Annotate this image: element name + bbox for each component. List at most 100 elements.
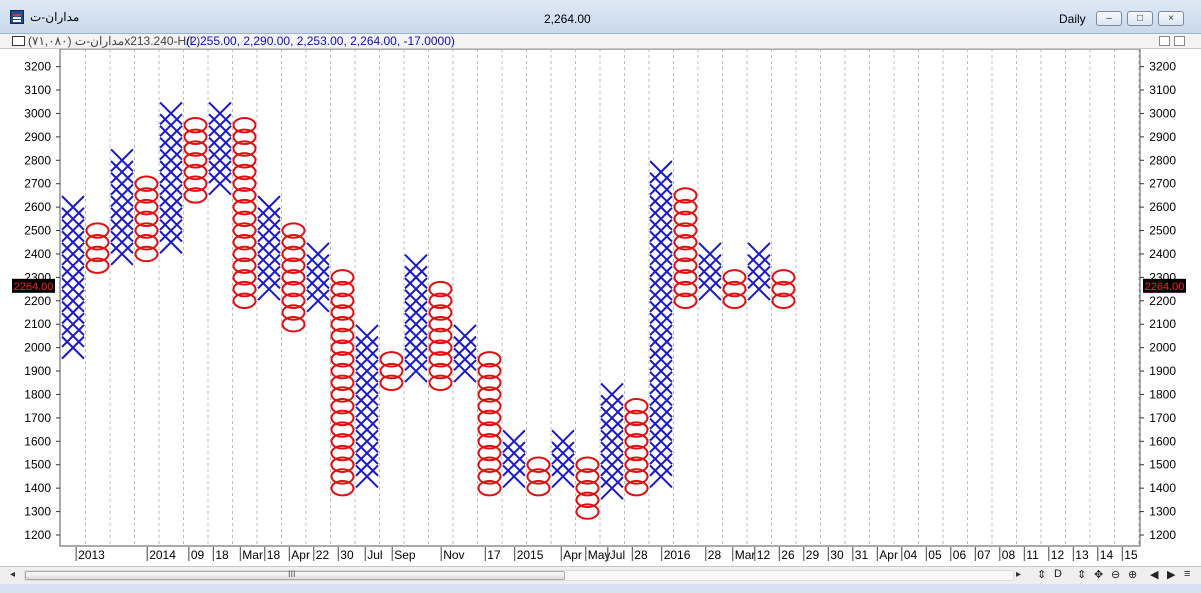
y-tick-label-right: 2500 xyxy=(1149,224,1176,238)
vertical-scale-icon[interactable]: ⇕ xyxy=(1037,568,1046,581)
x-tick-label: 09 xyxy=(191,548,205,562)
y-tick-label-right: 2400 xyxy=(1149,247,1176,261)
price-tag-right: 2264.00 xyxy=(1143,278,1186,293)
y-tick-label-right: 2200 xyxy=(1149,294,1176,308)
x-tick-label: Apr xyxy=(879,548,898,562)
y-tick-label-left: 3000 xyxy=(24,106,51,120)
x-tick-label: 29 xyxy=(806,548,820,562)
x-tick-label: 14 xyxy=(1100,548,1114,562)
pane-close-icon[interactable] xyxy=(1174,36,1185,46)
series-color-icon[interactable] xyxy=(12,36,25,46)
x-tick-label: 31 xyxy=(855,548,869,562)
x-tick-label: 18 xyxy=(267,548,281,562)
y-tick-label-left: 2400 xyxy=(24,247,51,261)
scroll-left-icon[interactable]: ◂ xyxy=(10,569,15,580)
price-tag-left: 2264.00 xyxy=(12,278,55,293)
window-titlebar: مداران-ت 2,264.00 Daily – □ × xyxy=(0,0,1201,34)
x-tick-label: 17 xyxy=(487,548,501,562)
y-tick-label-left: 2800 xyxy=(24,153,51,167)
x-tick-label: 06 xyxy=(953,548,967,562)
point-figure-chart[interactable]: 1200 1200 1300 1300 1400 1400 1500 1500 1600 1600… xyxy=(0,49,1201,566)
x-tick-label: May xyxy=(588,548,611,562)
x-tick-label: Jul xyxy=(610,548,625,562)
draw-tool-icon[interactable]: D xyxy=(1054,568,1062,580)
minimize-icon[interactable]: – xyxy=(1096,11,1122,26)
y-tick-label-left: 1700 xyxy=(24,411,51,425)
y-tick-label-right: 3200 xyxy=(1149,60,1176,74)
pane-restore-icon[interactable] xyxy=(1159,36,1170,46)
series-name: مداران-ت (۷۱,۰۸۰)x213.240-H/L) xyxy=(28,34,201,48)
x-tick-label: 22 xyxy=(316,548,330,562)
y-tick-label-right: 1900 xyxy=(1149,364,1176,378)
x-tick-label: 12 xyxy=(1051,548,1065,562)
y-tick-label-left: 2600 xyxy=(24,200,51,214)
x-tick-label: 15 xyxy=(1124,548,1138,562)
x-tick-label: 28 xyxy=(634,548,648,562)
x-tick-label: 04 xyxy=(904,548,918,562)
app-chart-icon[interactable] xyxy=(10,10,24,24)
next-icon[interactable]: ▶ xyxy=(1167,568,1175,581)
window-title: مداران-ت xyxy=(30,10,80,24)
x-tick-label: Mar xyxy=(735,548,756,562)
restore-icon[interactable]: □ xyxy=(1127,11,1153,26)
x-tick-label: 11 xyxy=(1026,548,1039,562)
price-tag-left-text: 2264.00 xyxy=(14,281,54,293)
y-tick-label-left: 1300 xyxy=(24,505,51,519)
scrollbar-thumb[interactable]: III xyxy=(25,569,565,580)
x-tick-label: 13 xyxy=(1075,548,1089,562)
pan-icon[interactable]: ✥ xyxy=(1094,568,1103,581)
zoom-out-icon[interactable]: ⊖ xyxy=(1111,568,1120,581)
x-tick-label: 26 xyxy=(781,548,795,562)
series-values: (2,255.00, 2,290.00, 2,253.00, 2,264.00,… xyxy=(186,34,455,48)
y-tick-label-right: 2600 xyxy=(1149,200,1176,214)
x-tick-label: 05 xyxy=(928,548,942,562)
x-tick-label: 07 xyxy=(977,548,991,562)
x-tick-label: 12 xyxy=(757,548,771,562)
y-tick-label-left: 2200 xyxy=(24,294,51,308)
scroll-right-icon[interactable]: ▸ xyxy=(1016,569,1021,580)
y-tick-label-right: 2900 xyxy=(1149,130,1176,144)
y-tick-label-right: 3100 xyxy=(1149,83,1176,97)
zoom-in-icon[interactable]: ⊕ xyxy=(1128,568,1137,581)
y-tick-label-left: 2500 xyxy=(24,224,51,238)
previous-icon[interactable]: ◀ xyxy=(1150,568,1158,581)
chart-info-bar: مداران-ت (۷۱,۰۸۰)x213.240-H/L) (2,255.00… xyxy=(0,34,1201,49)
close-icon[interactable]: × xyxy=(1158,11,1184,26)
y-tick-label-right: 1800 xyxy=(1149,387,1176,401)
last-price: 2,264.00 xyxy=(544,12,591,26)
y-tick-label-left: 3200 xyxy=(24,60,51,74)
x-tick-label: 18 xyxy=(215,548,229,562)
y-tick-label-left: 2000 xyxy=(24,341,51,355)
y-tick-label-left: 3100 xyxy=(24,83,51,97)
y-tick-label-left: 2100 xyxy=(24,317,51,331)
menu-icon[interactable]: ≡ xyxy=(1184,568,1190,580)
y-tick-label-left: 1600 xyxy=(24,434,51,448)
chart-status-bar: ◂ III ▸ ⇕ D ⇕ ✥ ⊖ ⊕ ◀ ▶ ≡ xyxy=(0,566,1201,584)
horizontal-scrollbar[interactable]: III xyxy=(24,569,1014,581)
y-tick-label-right: 2000 xyxy=(1149,341,1176,355)
x-tick-label: Jul xyxy=(367,548,382,562)
x-tick-label: Mar xyxy=(242,548,263,562)
y-tick-label-right: 2800 xyxy=(1149,153,1176,167)
y-tick-label-right: 1600 xyxy=(1149,434,1176,448)
y-tick-label-right: 1400 xyxy=(1149,481,1176,495)
x-tick-label: 2015 xyxy=(517,548,544,562)
price-tag-right-text: 2264.00 xyxy=(1145,281,1185,293)
y-tick-label-left: 1500 xyxy=(24,458,51,472)
x-tick-label: 2013 xyxy=(78,548,105,562)
x-tick-label: Apr xyxy=(291,548,310,562)
resize-icon[interactable]: ⇕ xyxy=(1077,568,1086,581)
y-tick-label-right: 2700 xyxy=(1149,177,1176,191)
x-tick-label: Sep xyxy=(394,548,416,562)
window-bottom-border xyxy=(0,584,1201,593)
x-tick-label: Apr xyxy=(563,548,582,562)
y-tick-label-right: 1300 xyxy=(1149,505,1176,519)
y-tick-label-right: 1200 xyxy=(1149,528,1176,542)
x-tick-label: 30 xyxy=(830,548,844,562)
y-tick-label-left: 1200 xyxy=(24,528,51,542)
x-tick-label: 2014 xyxy=(149,548,176,562)
y-tick-label-left: 1900 xyxy=(24,364,51,378)
x-tick-label: 2016 xyxy=(664,548,691,562)
period-label[interactable]: Daily xyxy=(1059,12,1086,26)
y-tick-label-right: 3000 xyxy=(1149,106,1176,120)
